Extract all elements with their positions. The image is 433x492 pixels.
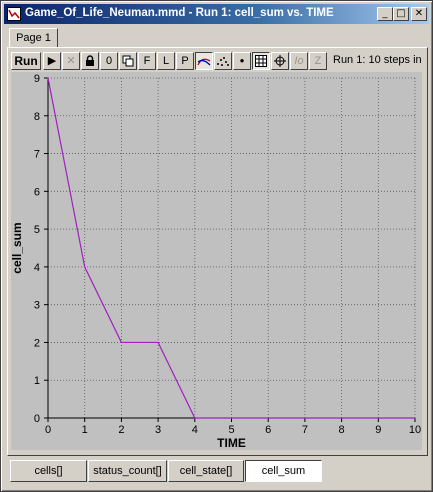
l-button[interactable]: L bbox=[157, 52, 175, 70]
window-title: Game_Of_Life_Neuman.mmd - Run 1: cell_su… bbox=[25, 7, 334, 19]
crosshair-icon bbox=[274, 55, 286, 67]
dot-button[interactable]: ● bbox=[233, 52, 251, 70]
x-tick-label: 9 bbox=[375, 424, 381, 436]
y-axis-title: cell_sum bbox=[11, 222, 24, 273]
y-tick-label: 8 bbox=[34, 111, 40, 123]
play-button[interactable]: ▶ bbox=[43, 52, 61, 70]
title-bar[interactable]: Game_Of_Life_Neuman.mmd - Run 1: cell_su… bbox=[4, 4, 429, 24]
p-button[interactable]: P bbox=[176, 52, 194, 70]
copy-button[interactable] bbox=[119, 52, 137, 70]
tab-cell-state[interactable]: cell_state[] bbox=[168, 460, 244, 482]
data-point bbox=[341, 417, 343, 419]
y-tick-label: 7 bbox=[34, 149, 40, 161]
line-style-button[interactable] bbox=[195, 52, 213, 70]
y-tick-label: 2 bbox=[34, 337, 40, 349]
x-tick-label: 2 bbox=[118, 424, 124, 436]
app-icon bbox=[7, 7, 21, 21]
x-tick-label: 5 bbox=[228, 424, 234, 436]
data-point bbox=[377, 417, 379, 419]
line-chart-icon bbox=[197, 58, 211, 66]
z-button[interactable]: Z bbox=[309, 52, 327, 70]
data-point bbox=[157, 341, 159, 344]
data-point bbox=[230, 417, 233, 419]
data-point bbox=[194, 417, 196, 419]
data-point bbox=[84, 266, 86, 268]
x-tick-label: 6 bbox=[265, 424, 271, 436]
page-tab-1[interactable]: Page 1 bbox=[9, 28, 58, 48]
data-point bbox=[304, 417, 306, 419]
x-tick-label: 0 bbox=[45, 424, 51, 436]
y-tick-label: 9 bbox=[34, 73, 40, 85]
maximize-button[interactable]: □ bbox=[393, 7, 409, 21]
close-button[interactable]: ✕ bbox=[411, 7, 427, 21]
y-tick-label: 6 bbox=[34, 186, 40, 198]
x-tick-label: 1 bbox=[82, 424, 88, 436]
lock-icon bbox=[86, 55, 94, 66]
x-tick-label: 8 bbox=[339, 424, 345, 436]
grid-button[interactable] bbox=[252, 52, 270, 70]
tab-cells[interactable]: cells[] bbox=[10, 460, 87, 482]
plot-area: 0 1 2 3 4 5 6 7 8 9 10 0 1 2 3 4 5 6 7 8 9 TIME cell_sum bbox=[10, 72, 422, 450]
variable-tabs: cells[] status_count[] cell_state[] cell… bbox=[10, 460, 424, 482]
y-tick-label: 3 bbox=[34, 300, 40, 312]
grid-icon bbox=[255, 55, 267, 67]
io-button[interactable]: Io bbox=[290, 52, 308, 70]
zero-button[interactable]: 0 bbox=[100, 52, 118, 70]
data-point bbox=[414, 417, 416, 419]
graph-toolbar: Run ▶ ✕ 0 F L P ● Io Z Run 1: 10 steps i… bbox=[11, 52, 425, 72]
x-axis-title: TIME bbox=[217, 436, 246, 450]
data-point bbox=[267, 417, 269, 419]
target-button[interactable] bbox=[271, 52, 289, 70]
y-tick-label: 4 bbox=[34, 262, 40, 274]
x-tick-label: 4 bbox=[192, 424, 198, 436]
y-tick-label: 1 bbox=[34, 375, 40, 387]
stop-button[interactable]: ✕ bbox=[62, 52, 80, 70]
f-button[interactable]: F bbox=[138, 52, 156, 70]
run-info-text: Run 1: 10 steps in 0 bbox=[333, 54, 425, 66]
tab-status-count[interactable]: status_count[] bbox=[88, 460, 167, 482]
x-tick-label: 10 bbox=[409, 424, 421, 436]
y-tick-label: 5 bbox=[34, 224, 40, 236]
minimize-button[interactable]: _ bbox=[377, 7, 393, 21]
lock-button[interactable] bbox=[81, 52, 99, 70]
copy-icon bbox=[122, 55, 134, 67]
tab-cell-sum[interactable]: cell_sum bbox=[245, 460, 322, 482]
y-tick-label: 0 bbox=[34, 413, 40, 425]
scatter-icon bbox=[217, 57, 229, 66]
scatter-button[interactable] bbox=[214, 52, 232, 70]
run-button[interactable]: Run bbox=[11, 52, 41, 70]
data-point bbox=[47, 77, 49, 79]
data-point bbox=[120, 341, 122, 344]
x-tick-label: 3 bbox=[155, 424, 161, 436]
x-tick-label: 7 bbox=[302, 424, 308, 436]
chart: 0 1 2 3 4 5 6 7 8 9 10 0 1 2 3 4 5 6 7 8 9 TIME cell_sum bbox=[10, 73, 421, 450]
